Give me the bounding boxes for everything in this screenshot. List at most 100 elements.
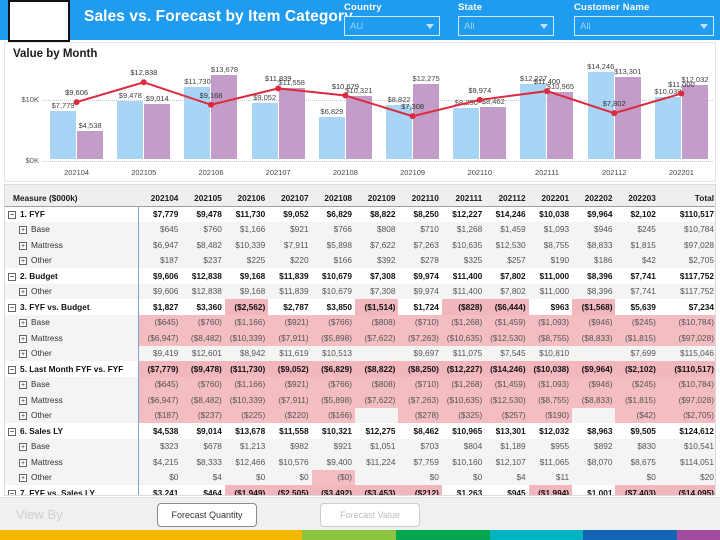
table-cell[interactable]: ($6,947) [138,392,182,408]
chart-bar-forecast[interactable]: $12,275 [413,74,440,159]
table-cell[interactable]: $0 [398,469,442,485]
table-row-label[interactable]: + Mattress [5,237,139,253]
table-cell[interactable]: $117,752 [658,283,715,299]
table-cell[interactable]: $9,052 [268,206,312,222]
table-cell[interactable]: ($1,514) [355,299,399,315]
table-cell[interactable]: $6,829 [311,206,356,222]
table-cell[interactable]: $9,478 [181,206,225,222]
table-cell[interactable]: ($3,492) [311,485,356,495]
chart-bar-forecast[interactable]: $10,321 [345,86,372,159]
table-cell[interactable]: ($1,949) [224,485,269,495]
table-cell[interactable]: ($921) [268,376,312,392]
table-cell[interactable]: ($1,093) [528,376,573,392]
table-cell[interactable]: ($9,964) [572,361,616,377]
table-cell[interactable]: ($2,102) [615,361,659,377]
table-cell[interactable]: $1,268 [441,221,486,237]
table-cell[interactable]: $9,606 [138,283,182,299]
expand-icon[interactable]: + [19,241,27,250]
table-cell[interactable]: ($237) [181,407,225,423]
table-cell[interactable]: $1,189 [485,438,529,454]
table-cell[interactable]: $4,538 [138,423,182,439]
table-col-header[interactable]: 202201 [528,185,573,207]
table-cell[interactable]: ($710) [398,314,442,330]
table-cell[interactable]: $645 [138,221,182,237]
table-cell[interactable]: $190 [528,252,573,268]
table-cell[interactable]: $808 [355,221,399,237]
table-cell[interactable]: ($97,028) [658,392,715,408]
expand-icon[interactable]: + [19,381,27,390]
table-col-header[interactable]: 202105 [181,185,225,207]
table-cell[interactable] [572,469,616,485]
chart-bar-forecast[interactable]: $8,462 [480,97,507,159]
chart-bar-forecast[interactable]: $12,032 [681,75,708,159]
table-cell[interactable]: ($3,453) [355,485,399,495]
table-cell[interactable]: $1,827 [138,299,182,315]
table-cell[interactable]: $1,001 [572,485,616,495]
table-cell[interactable]: ($1,994) [528,485,573,495]
table-cell[interactable]: $124,612 [658,423,715,439]
table-cell[interactable]: ($225) [224,407,269,423]
table-cell[interactable]: $11,224 [355,454,399,470]
table-cell[interactable]: $12,107 [485,454,529,470]
table-row-label[interactable]: + Base [5,221,139,237]
table-cell[interactable]: $166 [311,252,356,268]
table-cell[interactable]: $9,974 [398,283,442,299]
expand-icon[interactable]: + [19,257,27,266]
table-cell[interactable]: ($1,459) [485,376,529,392]
table-cell[interactable]: $0 [224,469,269,485]
table-cell[interactable]: ($10,339) [224,330,269,346]
table-cell[interactable]: $0 [615,469,659,485]
table-row-label[interactable]: + Mattress [5,330,139,346]
table-cell[interactable]: ($10,635) [441,330,486,346]
table-cell[interactable]: $2,705 [658,252,715,268]
table-col-header[interactable]: 202109 [355,185,399,207]
table-cell[interactable]: $766 [311,221,356,237]
table-cell[interactable]: ($808) [355,376,399,392]
table-cell[interactable]: $7,545 [485,345,529,361]
table-cell[interactable]: ($212) [398,485,442,495]
expand-icon[interactable]: + [19,412,27,421]
table-cell[interactable]: ($1,459) [485,314,529,330]
table-cell[interactable]: $10,321 [311,423,356,439]
table-row-label[interactable]: + Other [5,469,139,485]
table-cell[interactable]: $703 [398,438,442,454]
table-cell[interactable]: $6,947 [138,237,182,253]
table-cell[interactable]: $12,032 [528,423,573,439]
chart-bar-forecast[interactable]: $13,301 [614,67,641,159]
table-cell[interactable]: ($760) [181,314,225,330]
table-row[interactable]: −1. FYF $7,779 $9,478 $11,730 $9,052 $6,829 $8… [5,206,715,222]
table-cell[interactable]: $11,839 [268,268,312,284]
collapse-icon[interactable]: − [8,210,16,219]
table-cell[interactable]: ($1,815) [615,330,659,346]
table-cell[interactable]: $2,102 [615,206,659,222]
table-cell[interactable]: ($808) [355,314,399,330]
table-row[interactable]: + Base $323 $678 $1,213 $982 $921 $1,051 $703 $80… [5,438,715,454]
table-cell[interactable]: $9,400 [311,454,356,470]
chevron-down-icon[interactable] [426,23,434,29]
table-cell[interactable]: $11,839 [268,283,312,299]
table-cell[interactable]: $892 [572,438,616,454]
table-cell[interactable]: ($8,833) [572,330,616,346]
table-row-label[interactable]: −6. Sales LY [5,423,139,439]
table-cell[interactable]: $10,679 [311,283,356,299]
table-cell[interactable]: $0 [138,469,182,485]
table-row[interactable]: + Base ($645) ($760) ($1,166) ($921) ($766) ($8… [5,376,715,392]
chart-bar-actual[interactable]: $14,246 [587,62,614,159]
table-cell[interactable]: $11,730 [224,206,269,222]
table-cell[interactable]: $9,974 [398,268,442,284]
table-cell[interactable]: $946 [572,221,616,237]
table-row[interactable]: + Other $9,419 $12,601 $8,942 $11,619 $10,513 $… [5,345,715,361]
expand-icon[interactable]: + [19,458,27,467]
table-row-label[interactable]: + Other [5,252,139,268]
table-cell[interactable]: $1,263 [441,485,486,495]
collapse-icon[interactable]: − [8,427,16,436]
table-cell[interactable]: $8,462 [398,423,442,439]
table-row[interactable]: + Mattress $6,947 $8,482 $10,339 $7,911 $5,898… [5,237,715,253]
table-cell[interactable]: $9,606 [138,268,182,284]
table-cell[interactable]: $5,898 [311,237,356,253]
table-cell[interactable]: $10,339 [224,237,269,253]
table-cell[interactable]: ($0) [311,469,356,485]
table-row-label[interactable]: −1. FYF [5,206,139,222]
table-cell[interactable]: ($8,482) [181,392,225,408]
table-cell[interactable]: ($14,095) [658,485,715,495]
